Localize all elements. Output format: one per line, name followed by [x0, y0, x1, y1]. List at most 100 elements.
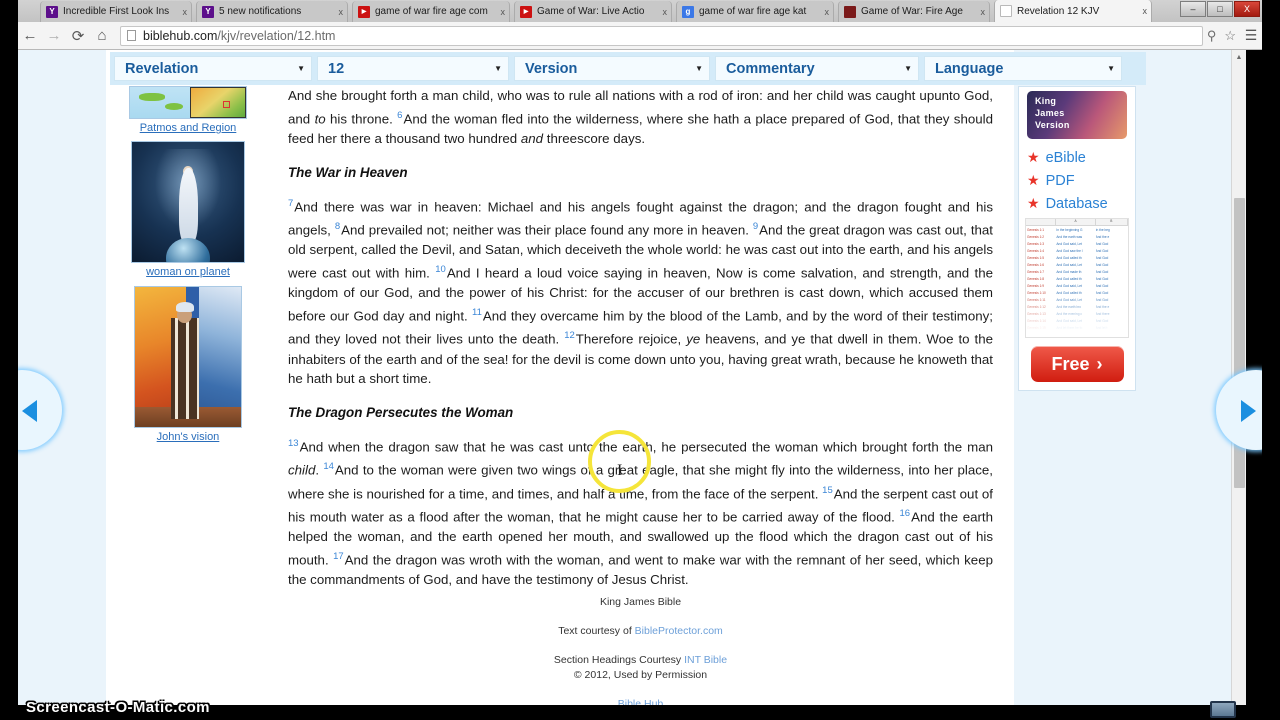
tab-close-icon[interactable]: x — [663, 7, 668, 17]
youtube-icon — [520, 5, 532, 18]
banner-line-3: Version — [1035, 120, 1070, 130]
minimize-button[interactable]: – — [1180, 1, 1206, 17]
spreadsheet-row: Genesis 1:3 And God said, Let And God — [1026, 240, 1128, 247]
sidebar-image-patmos[interactable]: Patmos and Region — [118, 86, 258, 134]
url-path: /kjv/revelation/12.htm — [217, 28, 336, 43]
scroll-up-arrow-icon[interactable]: ▲ — [1232, 50, 1246, 65]
back-arrow-icon[interactable]: ← — [18, 27, 42, 44]
tab-strip: Y Incredible First Look Ins x Y 5 new no… — [18, 0, 1262, 22]
star-icon: ★ — [1027, 172, 1040, 188]
tab-title: Game of War: Fire Age — [861, 6, 963, 17]
chapter-select-value: 12 — [328, 60, 345, 77]
verse-8-text: And prevailed not; neither was their pla… — [341, 222, 753, 238]
forward-arrow-icon[interactable]: → — [42, 27, 66, 44]
address-bar[interactable]: biblehub.com/kjv/revelation/12.htm — [120, 25, 1203, 46]
database-label: Database — [1045, 195, 1108, 212]
tab-close-icon[interactable]: x — [825, 7, 830, 17]
spreadsheet-cell-b: And God — [1095, 248, 1109, 253]
previous-video-arrow-button[interactable] — [0, 370, 70, 450]
bibleprotector-link[interactable]: BibleProtector.com — [635, 625, 723, 637]
section-heading-war-in-heaven: The War in Heaven — [288, 164, 408, 180]
browser-tab-7-active[interactable]: ✝ Revelation 12 KJV x — [994, 0, 1152, 22]
verse-number-17: 17 — [333, 550, 344, 562]
spreadsheet-cell-b: And God — [1095, 276, 1109, 281]
image-caption[interactable]: woman on planet — [118, 266, 258, 278]
maximize-button[interactable]: □ — [1207, 1, 1233, 17]
johns-vision-thumbnail-icon — [134, 286, 242, 428]
tab-close-icon[interactable]: x — [1143, 6, 1148, 16]
commentary-select[interactable]: Commentary ▼ — [715, 56, 919, 81]
kjv-banner-image[interactable]: King James Version — [1027, 91, 1127, 139]
spreadsheet-cell-b: And God — [1095, 241, 1109, 246]
tab-title: game of war fire age com — [375, 6, 488, 17]
reload-icon[interactable]: ⟳ — [66, 27, 90, 45]
database-link[interactable]: ★ Database — [1027, 195, 1129, 212]
next-video-arrow-button[interactable] — [1208, 370, 1280, 450]
page-viewport: Revelation ▼ 12 ▼ Version ▼ Commentary ▼… — [18, 50, 1246, 705]
free-cta-button[interactable]: Free › — [1030, 346, 1124, 382]
footer-biblehub-link-row: Bible Hub — [283, 697, 998, 705]
sidebar-image-johns-vision[interactable]: John's vision — [118, 286, 258, 443]
tab-title: 5 new notifications — [219, 6, 302, 17]
tab-close-icon[interactable]: x — [339, 7, 344, 17]
image-caption[interactable]: John's vision — [118, 431, 258, 443]
spreadsheet-row: Genesis 1:2 And the earth was And the e — [1026, 233, 1128, 240]
free-button-label: Free — [1051, 353, 1090, 374]
browser-tab-2[interactable]: Y 5 new notifications x — [196, 1, 348, 22]
verse-number-11: 11 — [472, 307, 482, 319]
right-ad-sidebar[interactable]: King James Version ★ eBible ★ PDF ★ Data… — [1018, 86, 1136, 391]
pdf-link[interactable]: ★ PDF — [1027, 172, 1129, 189]
sidebar-image-woman[interactable]: woman on planet — [118, 141, 258, 278]
verse-number-13: 13 — [288, 438, 299, 450]
spreadsheet-cell-b: And God — [1095, 283, 1109, 288]
ebible-link[interactable]: ★ eBible — [1027, 149, 1129, 166]
bible-hub-link[interactable]: Bible Hub — [618, 698, 664, 705]
verse-17-text: And the dragon was wroth with the woman,… — [288, 552, 993, 587]
language-select-value: Language — [935, 60, 1004, 77]
language-select[interactable]: Language ▼ — [924, 56, 1122, 81]
browser-toolbar: ← → ⟳ ⌂ biblehub.com/kjv/revelation/12.h… — [18, 22, 1262, 50]
spreadsheet-row: Genesis 1:8 And God called th And God — [1026, 275, 1128, 282]
section-heading-dragon-persecutes: The Dragon Persecutes the Woman — [288, 405, 514, 421]
zoom-icon[interactable]: ⚲ — [1207, 28, 1217, 44]
star-icon: ★ — [1027, 195, 1040, 211]
spreadsheet-cell-a: And God saw the l — [1056, 248, 1083, 253]
tab-close-icon[interactable]: x — [501, 7, 506, 17]
banner-line-1: King — [1035, 96, 1057, 106]
banner-line-2: James — [1035, 108, 1065, 118]
browser-tab-1[interactable]: Y Incredible First Look Ins x — [40, 1, 192, 22]
version-select[interactable]: Version ▼ — [514, 56, 710, 81]
browser-tab-6[interactable]: Game of War: Fire Age x — [838, 1, 990, 22]
star-icon[interactable]: ☆ — [1224, 28, 1236, 44]
browser-tab-5[interactable]: g game of war fire age kat x — [676, 1, 834, 22]
commentary-select-value: Commentary — [726, 60, 815, 77]
spreadsheet-cell-ref: Genesis 1:5 — [1027, 255, 1045, 260]
hamburger-menu-icon[interactable]: ☰ — [1240, 27, 1262, 44]
screencast-watermark: Screencast-O-Matic.com — [26, 699, 210, 716]
tab-close-icon[interactable]: x — [981, 7, 986, 17]
taskbar-app-icon[interactable] — [1210, 701, 1236, 718]
home-icon[interactable]: ⌂ — [90, 27, 114, 44]
close-window-button[interactable]: X — [1234, 1, 1260, 17]
verse-number-10: 10 — [435, 264, 446, 276]
int-bible-link[interactable]: INT Bible — [684, 654, 727, 666]
browser-tab-4[interactable]: Game of War: Live Actio x — [514, 1, 672, 22]
spreadsheet-cell-ref: Genesis 1:7 — [1027, 269, 1045, 274]
browser-tab-3[interactable]: game of war fire age com x — [352, 1, 510, 22]
footer-text-courtesy-prefix: Text courtesy of — [558, 625, 635, 637]
verse-paragraph-7-12: 7And there was war in heaven: Michael an… — [288, 194, 993, 389]
screen-root: Y Incredible First Look Ins x Y 5 new no… — [0, 0, 1280, 720]
verse-number-15: 15 — [822, 484, 833, 496]
spreadsheet-cell-ref: Genesis 1:6 — [1027, 262, 1045, 267]
spreadsheet-row: Genesis 1:6 And God said, Let And God — [1026, 261, 1128, 268]
verse-13-italic: child — [288, 462, 316, 478]
tab-close-icon[interactable]: x — [183, 7, 188, 17]
image-caption[interactable]: Patmos and Region — [118, 122, 258, 134]
chapter-select[interactable]: 12 ▼ — [317, 56, 509, 81]
verse-number-14: 14 — [323, 461, 334, 473]
yahoo-icon: Y — [46, 5, 58, 18]
book-select[interactable]: Revelation ▼ — [114, 56, 312, 81]
woman-on-planet-thumbnail-icon — [131, 141, 245, 263]
spreadsheet-preview-image: A B Genesis 1:1 In the beginning G In the … — [1025, 218, 1129, 338]
tab-title: Game of War: Live Actio — [537, 6, 645, 17]
